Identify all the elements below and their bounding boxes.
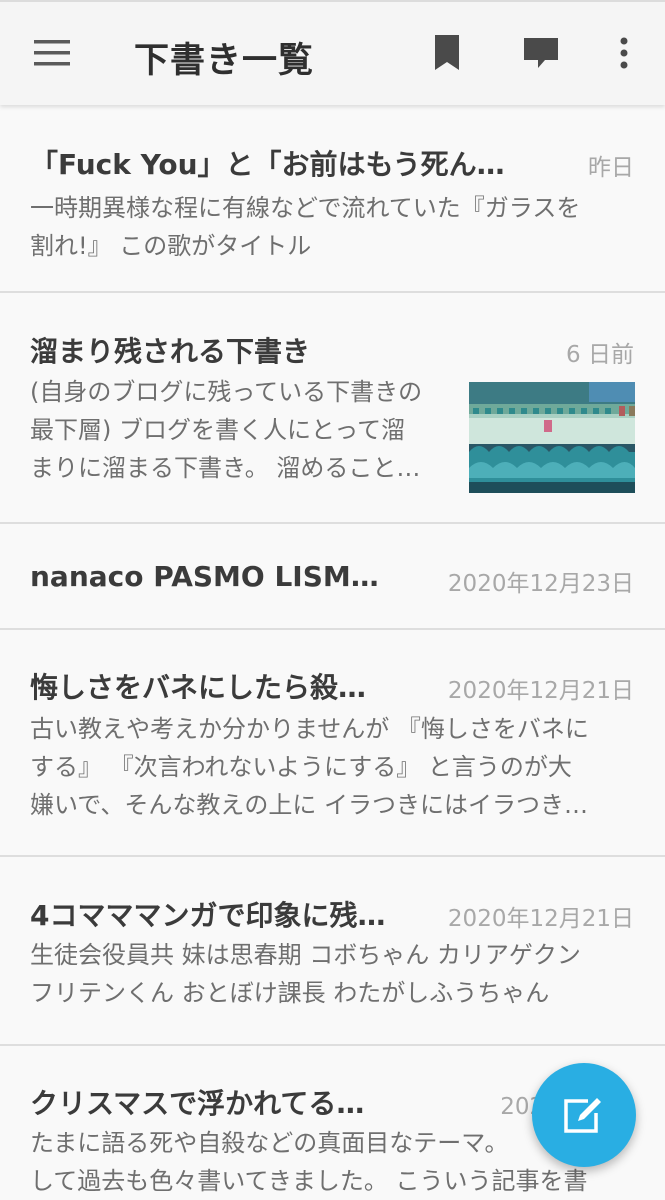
bookmark-button[interactable]	[423, 29, 471, 77]
draft-excerpt: 古い教えや考えか分かりませんが 『悔しさをバネに する』 『次言われないようにす…	[30, 715, 589, 819]
comment-icon	[524, 38, 558, 68]
draft-excerpt: 一時期異様な程に有線などで流れていた『ガラスを 割れ!』 この歌がタイトル	[30, 194, 581, 260]
draft-date: 2020年12月21日	[447, 678, 634, 704]
comment-button[interactable]	[517, 29, 565, 77]
edit-icon	[564, 1097, 604, 1133]
draft-date: 2020年12月23日	[447, 571, 634, 597]
more-options-button[interactable]	[600, 29, 648, 77]
page-title: 下書き一覧	[134, 41, 315, 81]
game-screenshot-thumbnail	[469, 382, 635, 493]
draft-thumbnail-image	[469, 382, 635, 493]
menu-icon	[34, 40, 70, 66]
draft-date: 2020年12月21日	[447, 906, 634, 932]
new-draft-fab[interactable]	[532, 1063, 636, 1167]
draft-item[interactable]: nanaco PASMO LISMO… 2020年12月23日	[0, 524, 665, 630]
bookmark-icon	[435, 35, 459, 70]
more-vert-icon	[620, 37, 628, 69]
draft-item[interactable]: 4コマママンガで印象に残… 2020年12月21日 生徒会役員共 妹は思春期 コ…	[0, 857, 665, 1046]
draft-title: 悔しさをバネにしたら殺…	[30, 671, 367, 704]
menu-button[interactable]	[28, 29, 76, 77]
draft-excerpt: 生徒会役員共 妹は思春期 コボちゃん カリアゲクン フリテンくん おとぼけ課長 …	[30, 941, 581, 1007]
app-bar: 下書き一覧	[0, 0, 665, 105]
draft-date: 6 日前	[566, 342, 634, 368]
app-root: 下書き一覧 「Fuck You」と「お前はもう死ん… 昨日 一時期異様な程に有線…	[0, 0, 665, 1200]
draft-item[interactable]: 「Fuck You」と「お前はもう死ん… 昨日 一時期異様な程に有線などで流れて…	[0, 105, 665, 293]
draft-date: 昨日	[588, 155, 634, 181]
draft-title: 「Fuck You」と「お前はもう死ん…	[30, 148, 505, 181]
draft-list: 「Fuck You」と「お前はもう死ん… 昨日 一時期異様な程に有線などで流れて…	[0, 105, 665, 1200]
draft-excerpt: (自身のブログに残っている下書きの 最下層) ブログを書く人にとって溜 まりに溜…	[30, 378, 423, 482]
draft-title: 溜まり残される下書き	[30, 335, 311, 368]
draft-item[interactable]: 悔しさをバネにしたら殺… 2020年12月21日 古い教えや考えか分かりませんが…	[0, 630, 665, 857]
draft-title: 4コマママンガで印象に残…	[30, 899, 386, 932]
draft-title: nanaco PASMO LISMO…	[30, 560, 400, 593]
draft-title: クリスマスで浮かれてる…	[30, 1087, 365, 1120]
